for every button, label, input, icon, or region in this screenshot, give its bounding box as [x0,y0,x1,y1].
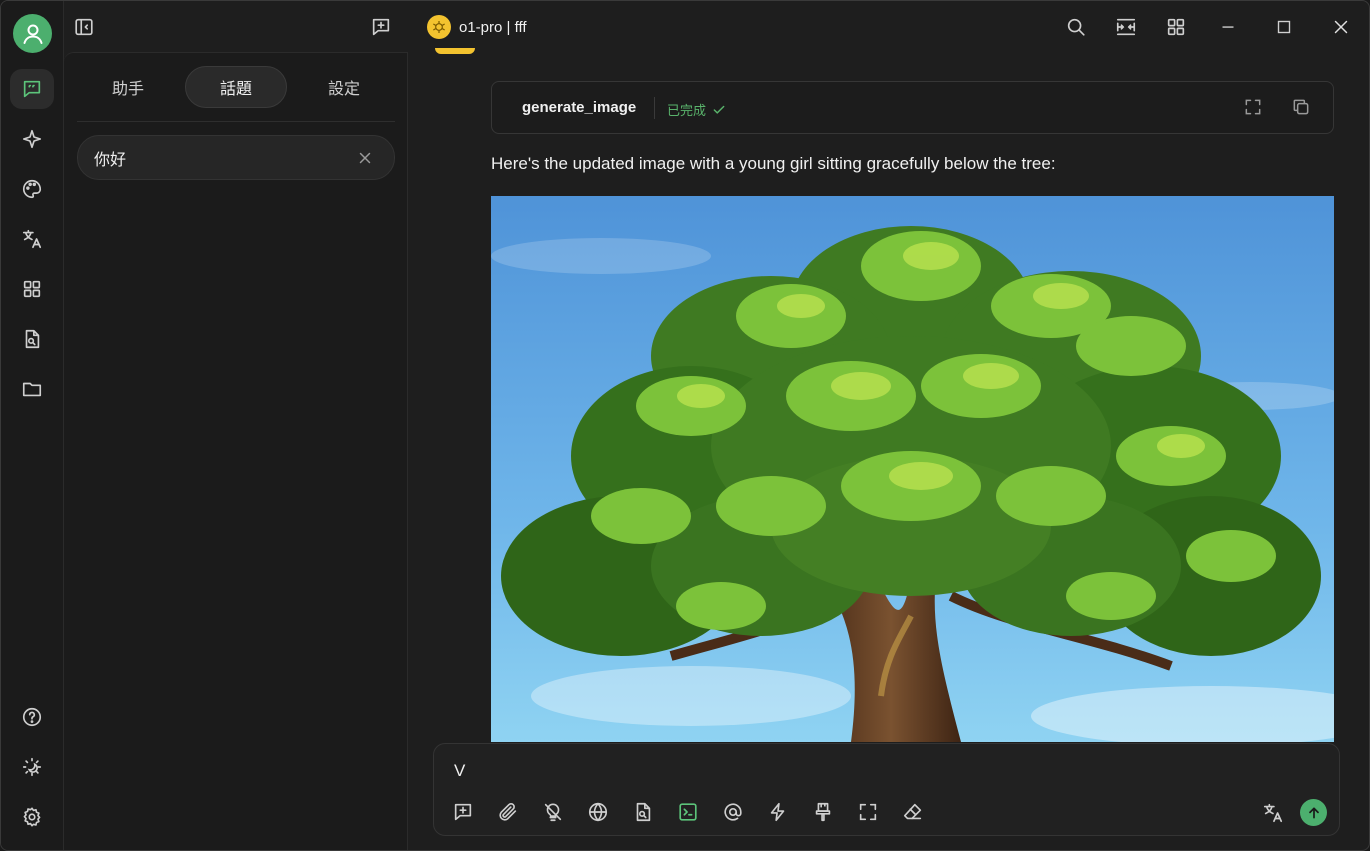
tree-illustration [491,196,1334,742]
new-chat-icon [372,18,390,36]
terminal-icon [679,803,697,821]
paintbrush-icon [815,802,831,822]
tab-assistants[interactable]: 助手 [77,66,179,108]
tool-status: 已完成 [667,100,726,119]
web-search-tool[interactable] [587,801,609,823]
globe-icon [588,802,608,822]
tab-topics[interactable]: 話題 [185,66,287,108]
expand-icon [859,803,877,821]
column-width-icon [1116,18,1136,36]
generated-image[interactable] [491,196,1334,742]
topic-item[interactable]: 你好 [77,135,395,180]
mcp-tool[interactable] [677,801,699,823]
file-search-icon [636,802,651,822]
rail-files-search[interactable] [10,319,54,359]
close-window-button[interactable] [1328,14,1354,40]
file-search-icon [25,329,40,349]
translate-icon[interactable] [1262,802,1284,824]
tool-separator [654,97,655,119]
model-title[interactable]: o1-pro | fff [427,14,527,40]
tool-actions [1243,97,1311,117]
topic-panel: 助手 話題 設定 你好 [64,52,408,850]
expand-icon[interactable] [1243,97,1263,117]
message-input[interactable]: V [454,761,465,781]
mention-tool[interactable] [722,801,744,823]
quick-phrase-tool[interactable] [767,801,789,823]
composer-actions [1262,799,1327,826]
rail-chat[interactable] [10,69,54,109]
sparkle-icon [22,129,42,149]
tool-status-text: 已完成 [667,103,707,118]
gear-icon [23,807,41,827]
topic-item-label: 你好 [94,151,127,169]
tab-settings[interactable]: 設定 [293,66,395,108]
rail-help[interactable] [10,697,54,737]
attach-tool[interactable] [497,801,519,823]
minimize-button[interactable] [1215,14,1241,40]
theme-icon [22,757,42,777]
rail-folder[interactable] [10,369,54,409]
lightbulb-off-icon [544,803,562,822]
arrow-up-icon [1308,806,1319,819]
copy-icon[interactable] [1291,97,1311,117]
close-icon [1334,20,1348,34]
send-button[interactable] [1300,799,1327,826]
format-tool[interactable] [812,801,834,823]
chat-area: generate_image 已完成 Here's the updated im… [409,48,1369,850]
narrow-mode-button[interactable] [1113,14,1139,40]
help-icon [22,707,42,727]
tool-name: generate_image [522,99,637,116]
paperclip-icon [499,802,517,821]
close-icon[interactable] [356,149,374,167]
openai-logo-icon [427,15,451,39]
knowledge-base-tool[interactable] [632,801,654,823]
tool-call-card: generate_image 已完成 [491,81,1334,134]
layout-button[interactable] [1163,14,1189,40]
at-icon [724,803,742,821]
palette-icon [23,179,42,199]
eraser-icon [903,803,922,820]
search-button[interactable] [1063,14,1089,40]
chat-icon [23,80,41,98]
previous-message-badge [435,48,475,54]
model-title-text: o1-pro | fff [459,18,527,36]
app-window: o1-pro | fff 助手 話題 設定 你好 generate_image [0,0,1370,851]
user-icon [23,24,42,44]
panel-divider [77,121,395,122]
panel-tabs: 助手 話題 設定 [77,65,395,109]
maximize-icon [1277,20,1291,34]
search-icon [1067,18,1085,36]
check-icon [713,105,725,114]
grid-icon [1167,18,1185,36]
avatar[interactable] [13,14,52,53]
clear-tool[interactable] [902,801,924,823]
maximize-button[interactable] [1271,14,1297,40]
sidebar-toggle-icon [75,18,93,36]
rail-apps[interactable] [10,269,54,309]
new-topic-tool[interactable] [452,801,474,823]
reasoning-off-tool[interactable] [542,801,564,823]
rail-translate[interactable] [10,219,54,259]
rail-theme[interactable] [10,747,54,787]
new-topic-button[interactable] [368,14,394,40]
new-chat-icon [454,803,472,821]
message-composer[interactable]: V [433,743,1340,836]
rail-paint[interactable] [10,169,54,209]
left-rail [1,1,64,850]
rail-settings[interactable] [10,797,54,837]
composer-toolbar [452,801,924,823]
grid-icon [23,280,41,298]
toggle-sidebar-button[interactable] [71,14,97,40]
rail-agents[interactable] [10,119,54,159]
lightning-icon [770,802,785,822]
folder-icon [22,382,42,397]
fullscreen-tool[interactable] [857,801,879,823]
translate-icon [22,229,42,249]
assistant-reply: Here's the updated image with a young gi… [491,154,1056,173]
minimize-icon [1222,26,1234,28]
